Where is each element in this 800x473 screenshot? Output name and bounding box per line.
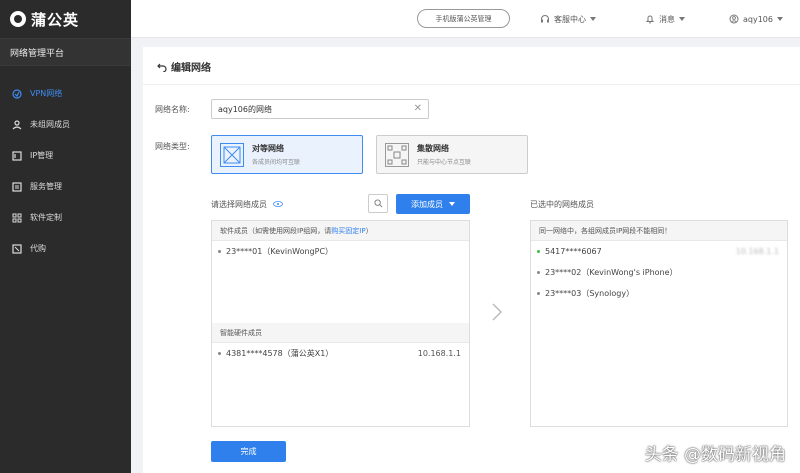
divider xyxy=(143,84,800,85)
list-item[interactable]: 23****01（KevinWongPC） xyxy=(212,241,469,262)
select-members-text: 请选择网络成员 xyxy=(211,200,267,209)
top-header: 手机版蒲公英管理 客服中心 消息 aqy106 xyxy=(131,0,800,38)
support-menu[interactable]: 客服中心 xyxy=(540,0,596,38)
list-item[interactable]: 4381****4578（蒲公英X1） 10.168.1.1 xyxy=(212,343,469,364)
member-name: 5417****6067 xyxy=(545,247,602,256)
mesh-network-icon xyxy=(220,142,244,167)
network-type-label: 网络类型: xyxy=(155,142,190,151)
sidebar-item-custom[interactable]: 软件定制 xyxy=(0,202,131,233)
user-avatar-icon xyxy=(729,14,739,24)
sidebar-item-vpn[interactable]: VPN网络 xyxy=(0,78,131,109)
search-icon xyxy=(373,199,382,208)
headset-icon xyxy=(541,15,549,23)
bell-icon xyxy=(645,15,655,24)
sidebar-menu: VPN网络 未组网成员 IP管理 服务管理 软件定制 代购 xyxy=(0,78,131,264)
list-item[interactable]: 5417****6067 10.168.1.1 xyxy=(531,241,787,262)
buy-fixed-ip-link[interactable]: 购买固定IP xyxy=(331,226,365,236)
page-title: 编辑网络 xyxy=(157,59,211,74)
type-option-peer[interactable]: 对等网络 各成员间均可互联 xyxy=(211,135,363,174)
user-menu[interactable]: aqy106 xyxy=(729,0,783,38)
sidebar-item-label: 服务管理 xyxy=(30,182,62,191)
edit-network-card: 编辑网络 网络名称: aqy106的网络 ✕ 网络类型: 对等网络 各成员间均可… xyxy=(143,47,800,473)
brand[interactable]: 蒲公英 xyxy=(0,0,131,38)
status-dot xyxy=(218,352,221,355)
type-option-hub[interactable]: 集散网络 只能与中心节点互联 xyxy=(376,135,528,174)
chevron-down-icon xyxy=(679,17,685,21)
sidebar-item-label: VPN网络 xyxy=(30,89,63,98)
software-members-header: 软件成员（如需使用网段IP组网，请 购买固定IP ） xyxy=(212,221,469,241)
member-name: 23****03（Synology） xyxy=(545,289,635,298)
support-label: 客服中心 xyxy=(554,14,586,24)
type-title: 集散网络 xyxy=(417,144,449,153)
chevron-down-icon xyxy=(590,17,596,21)
user-icon xyxy=(12,119,22,129)
network-name-value: aqy106的网络 xyxy=(218,104,272,114)
page-title-text: 编辑网络 xyxy=(171,63,211,74)
chevron-right-icon[interactable] xyxy=(491,302,503,322)
eye-icon[interactable] xyxy=(272,201,283,207)
hardware-members-header: 智能硬件成员 xyxy=(212,323,469,343)
username: aqy106 xyxy=(743,14,773,24)
member-name: 23****02（KevinWong's iPhone） xyxy=(545,268,678,277)
sidebar-item-label: 软件定制 xyxy=(30,213,62,222)
chevron-down-icon xyxy=(776,17,783,21)
add-member-button[interactable]: 添加成员 xyxy=(396,194,470,214)
service-icon xyxy=(12,181,22,192)
sidebar-item-members[interactable]: 未组网成员 xyxy=(0,109,131,140)
network-name-label: 网络名称: xyxy=(155,105,190,114)
sidebar-item-ip[interactable]: IP管理 xyxy=(0,140,131,171)
status-dot xyxy=(537,271,540,274)
sidebar-item-purchase[interactable]: 代购 xyxy=(0,233,131,264)
status-dot xyxy=(537,250,540,253)
network-name-input[interactable]: aqy106的网络 ✕ xyxy=(211,99,429,119)
software-head-tail: ） xyxy=(365,226,373,235)
search-button[interactable] xyxy=(368,194,388,213)
add-member-label: 添加成员 xyxy=(411,199,443,209)
status-dot xyxy=(537,292,540,295)
sidebar: 蒲公英 网络管理平台 VPN网络 未组网成员 IP管理 服务管理 软件定制 代购 xyxy=(0,0,131,473)
sidebar-item-service[interactable]: 服务管理 xyxy=(0,171,131,202)
member-ip: 10.168.1.1 xyxy=(735,247,779,256)
select-members-label: 请选择网络成员 xyxy=(211,199,283,210)
brand-name: 蒲公英 xyxy=(31,10,80,29)
ip-icon xyxy=(12,150,22,161)
selected-panel-header: 同一网络中，各组网成员IP网段不能相同！ xyxy=(531,221,787,241)
back-icon[interactable] xyxy=(157,62,167,72)
type-subtitle: 只能与中心节点互联 xyxy=(417,159,472,166)
hub-network-icon xyxy=(385,142,409,167)
type-subtitle: 各成员间均可互联 xyxy=(252,159,301,166)
sidebar-item-label: 代购 xyxy=(30,244,46,253)
watermark: 头条 @数码新视角 xyxy=(644,445,786,465)
grid-icon xyxy=(12,213,22,222)
list-item[interactable]: 23****03（Synology） xyxy=(531,283,787,304)
mobile-manage-button[interactable]: 手机版蒲公英管理 xyxy=(417,9,510,28)
sidebar-item-label: IP管理 xyxy=(30,151,54,160)
selected-members-panel: 同一网络中，各组网成员IP网段不能相同！ 5417****6067 10.168… xyxy=(530,220,788,427)
status-dot xyxy=(218,250,221,253)
vpn-icon xyxy=(12,88,22,99)
member-ip: 10.168.1.1 xyxy=(417,349,461,358)
member-name: 4381****4578（蒲公英X1） xyxy=(226,349,334,358)
selected-members-label: 已选中的网络成员 xyxy=(530,200,594,209)
member-name: 23****01（KevinWongPC） xyxy=(226,247,334,256)
sidebar-item-label: 未组网成员 xyxy=(30,120,70,129)
platform-title: 网络管理平台 xyxy=(0,38,131,66)
available-members-panel: 软件成员（如需使用网段IP组网，请 购买固定IP ） 23****01（Kevi… xyxy=(211,220,470,427)
cart-icon xyxy=(12,243,22,254)
clear-icon[interactable]: ✕ xyxy=(414,103,422,114)
type-title: 对等网络 xyxy=(252,144,284,153)
chevron-down-icon xyxy=(449,202,455,206)
done-button[interactable]: 完成 xyxy=(211,441,286,462)
list-item[interactable]: 23****02（KevinWong's iPhone） xyxy=(531,262,787,283)
messages-label: 消息 xyxy=(659,14,675,24)
software-head-text: 软件成员（如需使用网段IP组网，请 xyxy=(220,226,332,235)
logo-icon xyxy=(10,11,26,27)
messages-menu[interactable]: 消息 xyxy=(645,0,685,38)
